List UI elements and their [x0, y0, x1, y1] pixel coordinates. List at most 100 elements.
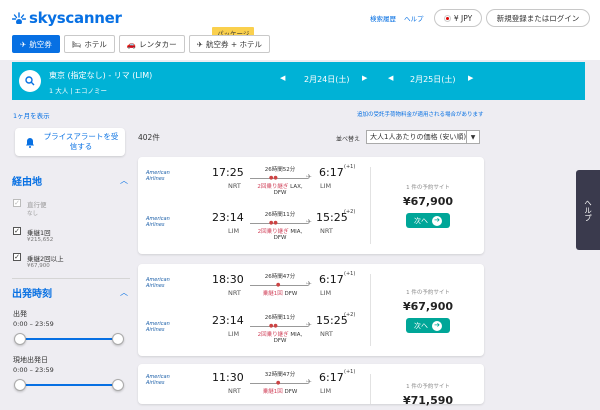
price-alert-label: プライスアラートを受信する: [43, 132, 119, 151]
direct-checkbox[interactable]: ✓: [13, 199, 21, 207]
stop-info: 2回乗り継ぎ MIA, DFW: [257, 332, 303, 344]
two-plus-stops-checkbox[interactable]: ✓: [13, 253, 21, 261]
route-line: [250, 178, 308, 179]
flight-leg: American Airlines 11:30 NRT 32時間47分 ● ✈ …: [138, 364, 370, 410]
route-text: 東京 (指定なし) - リマ (LIM): [49, 71, 153, 80]
chevron-down-icon: ▼: [466, 131, 479, 143]
price: ¥67,900: [402, 195, 454, 208]
duration: 26時間11分: [264, 315, 296, 321]
tab-car-hire[interactable]: 🚗 レンタカー: [118, 35, 185, 53]
american-airlines-logo: American Airlines: [146, 321, 170, 333]
sort-value: 大人1人あたりの価格 (安い順): [370, 133, 467, 141]
origin-code: LIM: [228, 227, 240, 235]
american-airlines-logo: American Airlines: [146, 170, 170, 182]
destination-code: NRT: [320, 227, 333, 235]
slider-max-handle[interactable]: [112, 333, 124, 345]
stop-info: 乗継1回 DFW: [262, 389, 298, 395]
result-card[interactable]: American Airlines 18:30 NRT 26時間47分 ● ✈ …: [138, 264, 484, 356]
duration: 26時間52分: [264, 167, 296, 173]
prev-depart-date-icon[interactable]: ◀: [280, 74, 285, 82]
slider-max-handle[interactable]: [112, 379, 124, 391]
provider-count: 1 件の予約サイト: [406, 290, 450, 296]
slider-track: [19, 338, 119, 340]
tab-label: 航空券: [29, 39, 52, 49]
next-depart-date-icon[interactable]: ▶: [362, 74, 367, 82]
destination-code: LIM: [320, 182, 332, 190]
login-label: 新規登録またはログイン: [496, 13, 580, 23]
depart-time: 17:25: [212, 166, 244, 179]
result-card[interactable]: American Airlines 11:30 NRT 32時間47分 ● ✈ …: [138, 364, 484, 407]
depart-time-range: 0:00 – 23:59: [13, 320, 54, 328]
help-side-tab[interactable]: ヘルプ: [576, 170, 600, 250]
results-count: 402件: [138, 133, 160, 142]
two-plus-stops-label: 乗継2回以上: [27, 255, 64, 263]
history-link[interactable]: 検索履歴: [370, 13, 396, 23]
day-offset: (+2): [344, 209, 356, 215]
stop-dots: ●: [276, 282, 281, 288]
price-alert-button[interactable]: プライスアラートを受信する: [15, 128, 125, 156]
origin-code: NRT: [228, 387, 241, 395]
travellers-text: 1 大人 | エコノミー: [49, 87, 108, 95]
month-view-link[interactable]: 1ヶ月を表示: [13, 110, 50, 120]
currency-button[interactable]: ¥ JPY: [434, 9, 482, 27]
skyscanner-logo[interactable]: skyscanner: [12, 9, 122, 27]
divider: [12, 278, 130, 279]
japan-flag-icon: [443, 14, 451, 22]
direct-sub: なし: [27, 211, 39, 217]
help-link[interactable]: ヘルプ: [404, 13, 424, 23]
price: ¥71,590: [402, 394, 454, 407]
plane-icon: ✈: [306, 378, 312, 386]
arrival-time: 6:17: [319, 166, 344, 179]
select-button[interactable]: 次へ ➔: [406, 213, 450, 228]
plane-hotel-icon: ✈: [196, 39, 203, 49]
depart-time: 11:30: [212, 371, 244, 384]
next-return-date-icon[interactable]: ▶: [468, 74, 473, 82]
return-date[interactable]: 2月25日(土): [410, 74, 456, 85]
chevron-up-icon[interactable]: ︿: [120, 175, 128, 186]
slider-min-handle[interactable]: [14, 333, 26, 345]
one-stop-checkbox[interactable]: ✓: [13, 227, 21, 235]
baggage-fee-note[interactable]: 追加の受託手荷物料金が適用される場合があります: [357, 110, 484, 118]
depart-time-label: 出発: [13, 310, 27, 318]
origin-code: LIM: [228, 330, 240, 338]
stop-dots: ●●: [269, 175, 278, 181]
depart-date[interactable]: 2月24日(土): [304, 74, 350, 85]
stop-dots: ●●: [269, 220, 278, 226]
divider: [370, 167, 371, 244]
stop-info: 2回乗り継ぎ MIA, DFW: [257, 229, 303, 241]
tab-flight-hotel[interactable]: ✈ 航空券 + ホテル: [188, 35, 271, 53]
day-offset: (+1): [344, 271, 356, 277]
plane-icon: ✈: [306, 280, 312, 288]
american-airlines-logo: American Airlines: [146, 374, 170, 386]
two-plus-stops-price: ¥67,900: [27, 263, 50, 269]
tab-hotels[interactable]: 🛏 ホテル: [63, 35, 115, 53]
departure-time-filter-title[interactable]: 出発時刻: [12, 285, 52, 300]
return-time-range: 0:00 – 23:59: [13, 366, 54, 374]
prev-return-date-icon[interactable]: ◀: [388, 74, 393, 82]
top-header: skyscanner 検索履歴 ヘルプ ¥ JPY 新規登録またはログイン パッ…: [0, 0, 600, 60]
return-time-slider[interactable]: [14, 379, 124, 391]
chevron-up-icon[interactable]: ︿: [120, 287, 128, 298]
origin-code: NRT: [228, 182, 241, 190]
direct-label: 直行便: [27, 201, 47, 209]
arrow-right-icon: ➔: [432, 215, 442, 226]
tab-flights[interactable]: ✈ 航空券: [12, 35, 60, 53]
login-button[interactable]: 新規登録またはログイン: [486, 9, 590, 27]
car-icon: 🚗: [126, 39, 137, 49]
slider-min-handle[interactable]: [14, 379, 26, 391]
deal-box: 1 件の予約サイト ¥67,900 次へ ➔: [378, 288, 478, 333]
select-button[interactable]: 次へ ➔: [406, 318, 450, 333]
stops-filter-title[interactable]: 経由地: [12, 173, 42, 188]
depart-time-slider[interactable]: [14, 333, 124, 345]
tab-label: ホテル: [84, 39, 107, 49]
search-summary-bar[interactable]: 東京 (指定なし) - リマ (LIM) 1 大人 | エコノミー ◀ 2月24…: [12, 62, 585, 100]
bed-icon: 🛏: [71, 39, 82, 49]
day-offset: (+1): [344, 164, 356, 170]
header-links: 検索履歴 ヘルプ: [370, 13, 424, 23]
flight-leg: American Airlines 18:30 NRT 26時間47分 ● ✈ …: [138, 264, 370, 310]
sunrise-logo-icon: [12, 12, 26, 24]
result-card[interactable]: American Airlines 17:25 NRT 26時間52分 ●● ✈…: [138, 157, 484, 254]
logo-text: skyscanner: [29, 9, 122, 27]
sort-select[interactable]: 大人1人あたりの価格 (安い順) ▼: [366, 130, 480, 144]
search-icon[interactable]: [19, 70, 41, 92]
